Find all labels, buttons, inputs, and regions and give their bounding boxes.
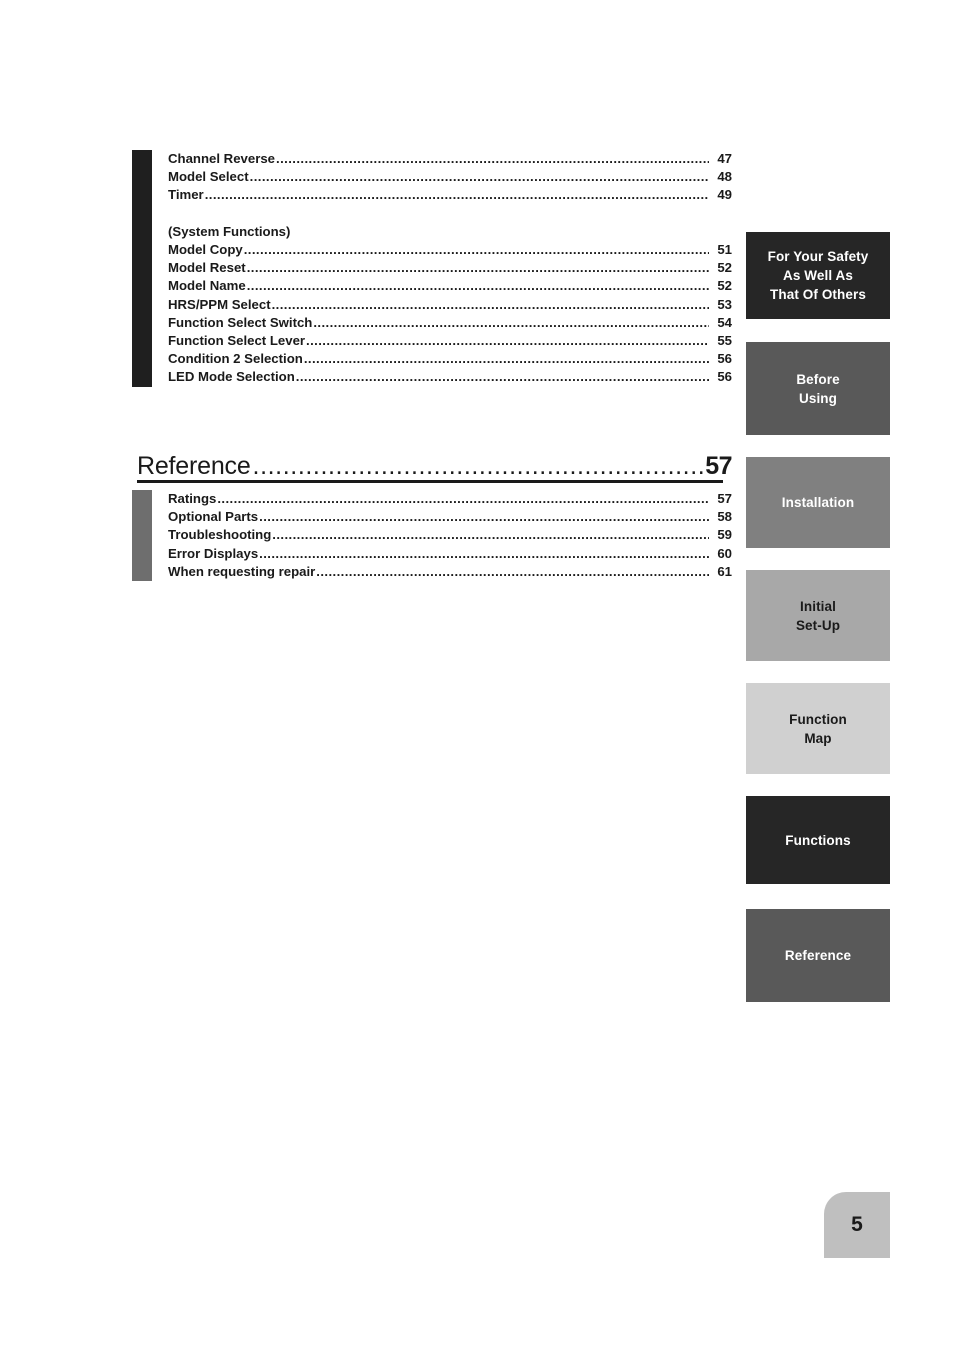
side-tab-label: Reference [784,948,852,963]
toc-dot-leader: ........................................… [313,314,709,330]
toc-entry-label: Channel Reverse [168,151,276,166]
toc-entry[interactable]: Model Name..............................… [168,277,732,295]
toc-entry[interactable]: Function Select Lever...................… [168,332,732,350]
page-number-value: 5 [851,1213,863,1236]
document-page: Channel Reverse.........................… [0,0,954,1350]
toc-entry[interactable]: Function Select Switch..................… [168,314,732,332]
side-tab-function-map[interactable]: Function Map [746,683,890,774]
toc-entry[interactable]: When requesting repair..................… [168,563,732,581]
toc-entry[interactable]: Model Select............................… [168,168,732,186]
side-tab-reference[interactable]: Reference [746,909,890,1002]
toc-entry[interactable]: Condition 2 Selection...................… [168,350,732,368]
toc-group-reference: Ratings.................................… [132,490,732,582]
side-tab-before-using[interactable]: Before Using [746,342,890,435]
toc-dot-leader: ........................................… [303,351,709,367]
toc-entry[interactable]: Error Displays..........................… [168,545,732,563]
toc-entry-label: When requesting repair [168,563,316,579]
page-number-badge: 5 [824,1192,890,1258]
toc-dot-leader: ........................................… [217,491,709,506]
toc-entry[interactable]: Troubleshooting.........................… [168,526,732,544]
toc-dot-leader: ........................................… [271,296,709,312]
toc-entry-list: Channel Reverse.........................… [168,150,732,387]
toc-entry-page: 54 [717,314,732,330]
toc-dot-leader: ........................................… [316,563,709,579]
toc-entry-page: 48 [717,169,732,185]
toc-entry-label: Timer [168,187,204,203]
toc-entry[interactable]: Model Copy..............................… [168,241,732,259]
side-tab-for-your-safety-as-well-as-that-of-others[interactable]: For Your Safety As Well As That Of Other… [746,232,890,319]
toc-subheading: (System Functions)......................… [168,223,732,241]
section-divider-rule [137,480,723,483]
toc-group-functions: Channel Reverse.........................… [132,150,732,387]
toc-entry-label: Ratings [168,491,217,506]
toc-entry-page: 55 [717,333,732,349]
toc-dot-leader: ........................................… [295,369,709,385]
side-tab-label: Before Using [796,371,840,406]
toc-entry-page: 58 [717,509,732,525]
toc-accent-bar-dark [132,150,152,387]
toc-entry[interactable]: Timer...................................… [168,186,732,204]
toc-dot-leader: ........................................… [306,333,709,349]
side-tab-label: Installation [781,495,855,510]
side-tab-label: Initial Set-Up [795,598,841,633]
toc-entry-label: Model Reset [168,260,246,276]
toc-entry-label: Error Displays [168,545,259,561]
section-heading-label: Reference [137,452,251,480]
toc-dot-leader: ........................................… [246,260,709,276]
toc-entry[interactable]: Optional Parts..........................… [168,508,732,526]
toc-entry-label: (System Functions) [168,223,291,239]
side-tab-label: Functions [785,832,851,848]
toc-accent-bar-gray [132,490,152,582]
toc-dot-leader: ........................................… [259,545,709,561]
toc-dot-leader: ........................................… [204,187,709,203]
toc-entry-label: Model Select [168,169,249,185]
toc-entry-label: Function Select Switch [168,314,313,330]
toc-entry-page: 47 [717,151,732,166]
side-tab-initial-set-up[interactable]: Initial Set-Up [746,570,890,661]
side-tab-label: Function Map [789,711,847,746]
toc-entry-page: 52 [717,278,732,294]
section-heading-leader: ........................................… [252,452,704,480]
toc-column: Channel Reverse.........................… [132,150,732,387]
toc-entry-page: 52 [717,260,732,276]
toc-dot-leader: ........................................… [272,527,709,543]
toc-entry-page: 57 [717,491,732,506]
toc-entry[interactable]: Ratings.................................… [168,490,732,508]
toc-entry-label: LED Mode Selection [168,369,295,385]
side-tab-label: For Your Safety As Well As That Of Other… [767,249,869,302]
toc-entry-page: 53 [717,296,732,312]
toc-entry-page: 59 [717,527,732,543]
toc-entry-page: 60 [717,545,732,561]
toc-entry-label: Model Name [168,278,246,294]
side-tab-installation[interactable]: Installation [746,457,890,548]
toc-dot-leader: ........................................… [243,242,709,257]
toc-entry-label: Optional Parts [168,509,259,525]
toc-dot-leader: ........................................… [246,278,709,294]
toc-entry-label: HRS/PPM Select [168,296,271,312]
section-heading-reference[interactable]: Reference ..............................… [132,452,732,480]
reference-section: Reference ..............................… [132,452,732,582]
toc-entry-label: Model Copy [168,242,243,257]
toc-spacer [168,205,732,223]
toc-entry-label: Function Select Lever [168,333,306,349]
toc-entry-label: Troubleshooting [168,527,272,543]
toc-entry-page: 61 [717,563,732,579]
toc-entry[interactable]: Channel Reverse.........................… [168,150,732,168]
toc-entry-page: 56 [717,351,732,367]
toc-entry-page: 51 [717,242,732,257]
toc-entry[interactable]: Model Reset.............................… [168,259,732,277]
toc-entry[interactable]: LED Mode Selection......................… [168,368,732,386]
toc-entry-page: 49 [717,187,732,203]
side-tab-strip: For Your Safety As Well As That Of Other… [746,232,890,1002]
toc-entry[interactable]: HRS/PPM Select..........................… [168,296,732,314]
toc-entry-list: Ratings.................................… [168,490,732,581]
toc-dot-leader: ........................................… [259,509,709,525]
toc-entry-page: 56 [717,369,732,385]
side-tab-functions[interactable]: Functions [746,796,890,884]
toc-dot-leader: ........................................… [276,151,709,166]
toc-dot-leader: ........................................… [249,169,709,185]
section-heading-page: 57 [705,452,732,480]
toc-entry-label: Condition 2 Selection [168,351,303,367]
